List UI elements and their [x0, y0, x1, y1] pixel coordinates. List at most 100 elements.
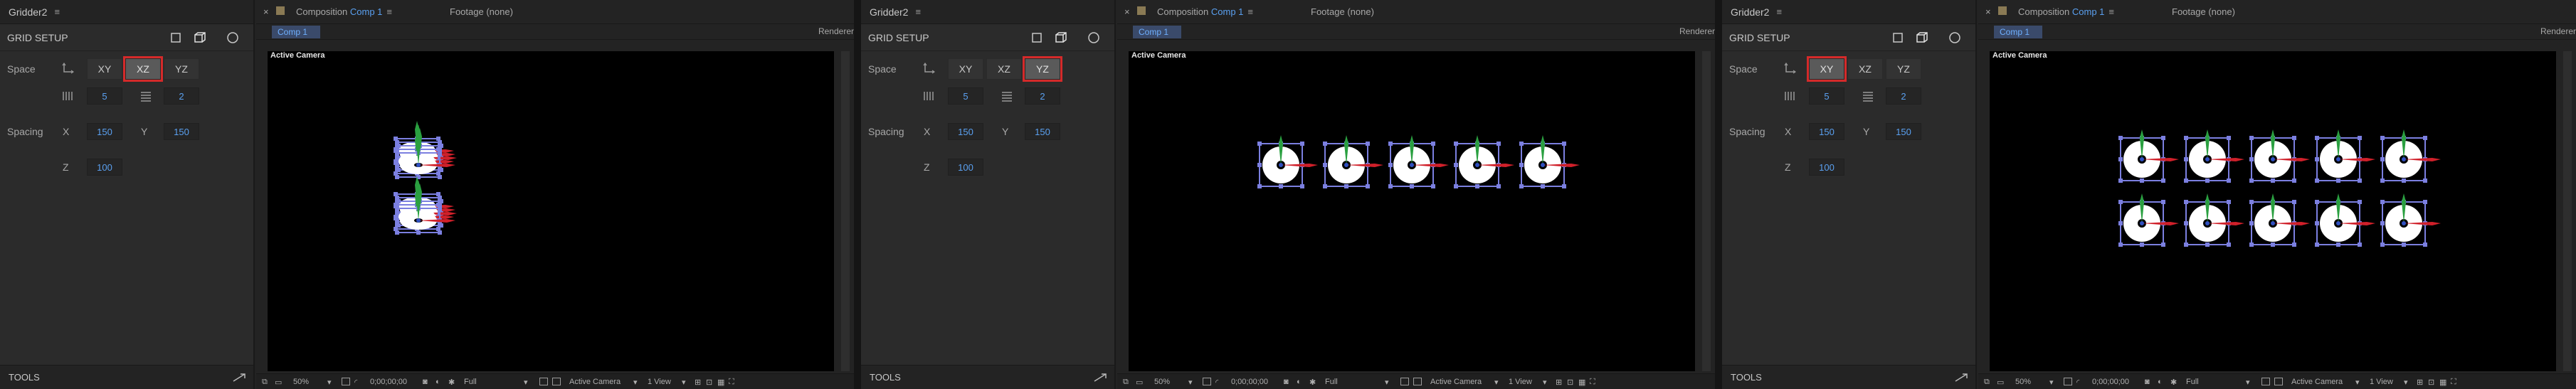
spacing-z-field[interactable]: 100 — [1809, 159, 1844, 176]
toggle-pixel-icon[interactable]: ⊞ — [695, 378, 701, 387]
rows-count-field[interactable]: 2 — [1025, 87, 1060, 105]
safe-zones-icon[interactable] — [2064, 378, 2072, 385]
region-of-interest-icon[interactable] — [539, 378, 548, 385]
zoom-select[interactable]: 50% — [2015, 378, 2031, 386]
panel-menu-icon[interactable]: ≡ — [915, 6, 921, 17]
yz-button[interactable]: YZ — [1023, 56, 1062, 82]
resolution-dropdown-icon[interactable]: ▾ — [1385, 378, 1389, 387]
spacing-y-field[interactable]: 150 — [1025, 123, 1060, 140]
comp-subtab[interactable]: Comp 1 — [1994, 26, 2042, 38]
camera-select[interactable]: Active Camera — [1430, 378, 1482, 386]
viewer-scrollbar[interactable] — [1702, 51, 1711, 371]
composition-tab-menu-icon[interactable]: ≡ — [1247, 6, 1253, 17]
composition-tab-menu-icon[interactable]: ≡ — [2108, 6, 2114, 17]
spacing-y-field[interactable]: 150 — [1886, 123, 1921, 140]
comp-viewer[interactable]: Active Camera — [1990, 51, 2556, 371]
xy-button[interactable]: XY — [1807, 56, 1847, 82]
square-icon[interactable] — [169, 31, 182, 44]
camera-snapshot-icon[interactable]: ◙ — [423, 378, 428, 386]
composition-tab[interactable]: Composition Comp 1 ≡ — [2018, 6, 2114, 17]
close-tab-icon[interactable]: × — [1985, 6, 1991, 17]
view-dropdown-icon[interactable]: ▾ — [2404, 378, 2408, 387]
lock-icon[interactable] — [1137, 6, 1146, 15]
color-channel-icon[interactable]: ✱ — [448, 378, 455, 387]
flowchart-icon[interactable]: ⛶ — [2451, 378, 2456, 387]
timeline-icon[interactable]: ▦ — [1578, 378, 1585, 387]
footage-tab[interactable]: Footage (none) — [2172, 6, 2235, 17]
flowchart-icon[interactable]: ⛶ — [1590, 378, 1595, 387]
gridder-tab[interactable]: Gridder2 ≡ — [861, 0, 1114, 24]
rows-count-field[interactable]: 2 — [164, 87, 199, 105]
color-channel-icon[interactable]: ✱ — [1309, 378, 1316, 387]
xz-button[interactable]: XZ — [123, 56, 163, 82]
xy-button[interactable]: XY — [948, 58, 983, 80]
zoom-dropdown-icon[interactable]: ▾ — [1188, 378, 1193, 387]
mask-icon[interactable]: ◜ — [2076, 378, 2079, 387]
columns-count-field[interactable]: 5 — [87, 87, 122, 105]
spacing-x-field[interactable]: 150 — [948, 123, 983, 140]
snapshot-icon[interactable]: ⧉ — [262, 378, 268, 387]
show-channel-icon[interactable]: ◐ — [436, 378, 440, 386]
show-channel-icon[interactable]: ◐ — [2158, 378, 2163, 386]
color-channel-icon[interactable]: ✱ — [2170, 378, 2177, 387]
timeline-icon[interactable]: ▦ — [2439, 378, 2446, 387]
region-of-interest-icon[interactable] — [2261, 378, 2270, 385]
flowchart-icon[interactable]: ⛶ — [729, 378, 734, 387]
comp-subtab[interactable]: Comp 1 — [1133, 26, 1181, 38]
gridder-tab[interactable]: Gridder2 ≡ — [1722, 0, 1975, 24]
camera-dropdown-icon[interactable]: ▾ — [2355, 378, 2360, 387]
renderer-label[interactable]: Renderer — [818, 26, 854, 36]
zoom-select[interactable]: 50% — [1154, 378, 1170, 386]
transparency-grid-icon[interactable] — [2274, 378, 2283, 385]
camera-select[interactable]: Active Camera — [569, 378, 621, 386]
comp-subtab[interactable]: Comp 1 — [272, 26, 320, 38]
yz-button[interactable]: YZ — [1886, 58, 1921, 80]
transparency-grid-icon[interactable] — [552, 378, 561, 385]
close-tab-icon[interactable]: × — [1124, 6, 1130, 17]
timecode[interactable]: 0;00;00;00 — [370, 378, 407, 386]
show-channel-icon[interactable]: ◐ — [1297, 378, 1302, 386]
camera-dropdown-icon[interactable]: ▾ — [1494, 378, 1499, 387]
mask-icon[interactable]: ◜ — [1215, 378, 1218, 387]
footage-tab[interactable]: Footage (none) — [450, 6, 513, 17]
resolution-dropdown-icon[interactable]: ▾ — [2246, 378, 2250, 387]
composition-tab-menu-icon[interactable]: ≡ — [386, 6, 392, 17]
comp-viewer[interactable]: Active Camera — [1129, 51, 1695, 371]
zoom-dropdown-icon[interactable]: ▾ — [2049, 378, 2054, 387]
tool-cursor-icon[interactable] — [232, 373, 246, 383]
fast-previews-icon[interactable]: ⊡ — [706, 378, 712, 387]
composition-tab[interactable]: Composition Comp 1 ≡ — [1157, 6, 1253, 17]
comp-viewer[interactable]: Active Camera — [268, 51, 834, 371]
resolution-select[interactable]: Full — [1325, 378, 1338, 386]
transparency-grid-icon[interactable] — [1413, 378, 1422, 385]
cube-icon[interactable] — [1055, 31, 1067, 44]
monitor-icon[interactable]: ▭ — [1136, 378, 1143, 387]
snapshot-icon[interactable]: ⧉ — [1123, 378, 1129, 387]
toggle-pixel-icon[interactable]: ⊞ — [2417, 378, 2423, 387]
close-tab-icon[interactable]: × — [263, 6, 269, 17]
timeline-icon[interactable]: ▦ — [717, 378, 724, 387]
zoom-dropdown-icon[interactable]: ▾ — [327, 378, 332, 387]
yz-button[interactable]: YZ — [164, 58, 199, 80]
xz-button[interactable]: XZ — [986, 58, 1022, 80]
columns-count-field[interactable]: 5 — [1809, 87, 1844, 105]
square-icon[interactable] — [1891, 31, 1904, 44]
resolution-dropdown-icon[interactable]: ▾ — [524, 378, 528, 387]
mask-icon[interactable]: ◜ — [354, 378, 357, 387]
view-layout-select[interactable]: 1 View — [1509, 378, 1532, 386]
monitor-icon[interactable]: ▭ — [1997, 378, 2004, 387]
spacing-x-field[interactable]: 150 — [87, 123, 122, 140]
view-dropdown-icon[interactable]: ▾ — [682, 378, 686, 387]
camera-snapshot-icon[interactable]: ◙ — [1284, 378, 1289, 386]
composition-tab[interactable]: Composition Comp 1 ≡ — [296, 6, 392, 17]
rows-count-field[interactable]: 2 — [1886, 87, 1921, 105]
safe-zones-icon[interactable] — [342, 378, 350, 385]
camera-select[interactable]: Active Camera — [2291, 378, 2343, 386]
footage-tab[interactable]: Footage (none) — [1311, 6, 1374, 17]
zoom-select[interactable]: 50% — [293, 378, 309, 386]
xz-button[interactable]: XZ — [1847, 58, 1883, 80]
toggle-pixel-icon[interactable]: ⊞ — [1556, 378, 1562, 387]
camera-snapshot-icon[interactable]: ◙ — [2145, 378, 2150, 386]
renderer-label[interactable]: Renderer — [2540, 26, 2576, 36]
panel-menu-icon[interactable]: ≡ — [1776, 6, 1782, 17]
